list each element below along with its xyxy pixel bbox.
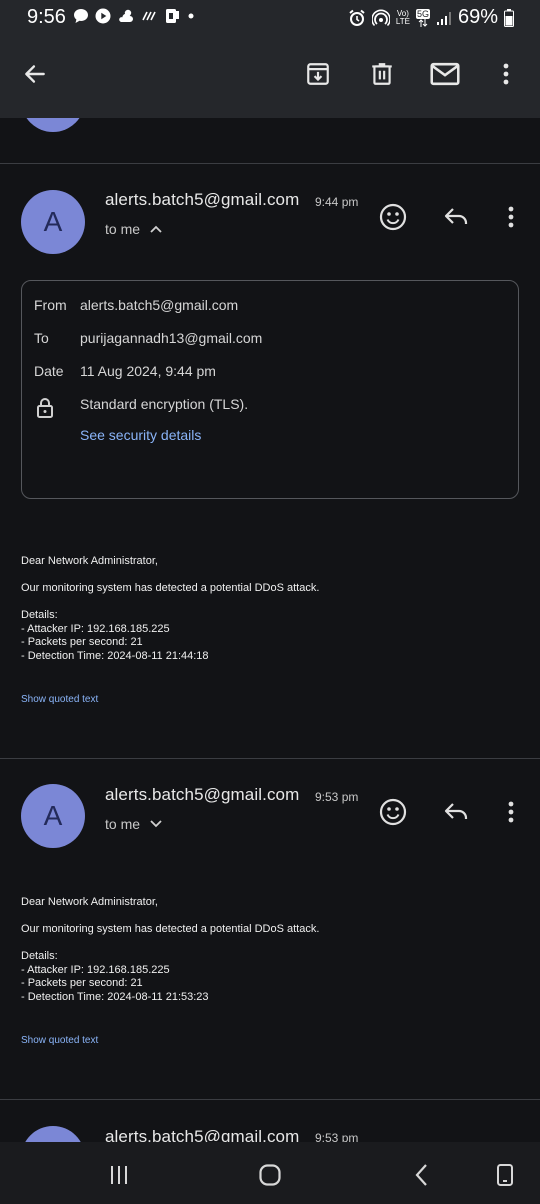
message-time: 9:53 pm <box>315 790 359 804</box>
message-divider <box>0 758 540 759</box>
react-emoji-button[interactable] <box>376 200 410 234</box>
back-arrow-icon <box>25 65 45 83</box>
sender-name: alerts.batch5@gmail.com <box>105 190 300 209</box>
play-circle-icon <box>95 8 111 24</box>
battery-icon <box>504 8 514 27</box>
more-vert-icon <box>508 206 514 228</box>
gmail-thread-screen: 9:56 Vo) LTE 5G 69% A alerts.batch5@gmai… <box>0 0 540 1204</box>
message-body: Dear Network Administrator, Our monitori… <box>21 555 319 663</box>
signal-icon <box>436 11 451 25</box>
phone-app-icon <box>166 9 179 23</box>
avatar-letter: A <box>43 800 63 831</box>
alarm-icon <box>349 9 365 26</box>
archive-icon <box>307 63 329 85</box>
lock-icon <box>37 398 53 418</box>
more-vert-icon <box>508 801 514 823</box>
chat-bubble-icon <box>74 9 88 23</box>
5g-label: 5G <box>415 8 430 19</box>
from-label: From <box>34 297 67 313</box>
body-detection-time: - Detection Time: 2024-08-11 21:44:18 <box>21 649 209 662</box>
body-detection-time: - Detection Time: 2024-08-11 21:53:23 <box>21 990 209 1003</box>
cloud-sun-icon <box>119 9 133 22</box>
show-quoted-text-link[interactable]: Show quoted text <box>21 694 98 705</box>
date-value: 11 Aug 2024, 9:44 pm <box>80 363 216 379</box>
date-label: Date <box>34 363 64 379</box>
volte-indicator: Vo) LTE <box>395 9 410 26</box>
hotspot-icon <box>371 9 390 26</box>
body-message: Our monitoring system has detected a pot… <box>21 923 320 935</box>
status-time: 9:56 <box>27 6 66 28</box>
recipient-toggle[interactable]: to me <box>105 221 162 237</box>
encryption-status: Standard encryption (TLS). <box>80 396 249 412</box>
system-icons: Vo) LTE 5G 69% <box>348 6 514 29</box>
more-options-button-overlay[interactable] <box>488 56 524 92</box>
message-divider <box>0 1099 540 1100</box>
home-button[interactable] <box>255 1160 285 1190</box>
back-nav-button[interactable] <box>407 1160 437 1190</box>
emoji-icon <box>379 203 407 231</box>
sender-avatar[interactable]: A <box>21 190 85 254</box>
chevron-down-icon <box>150 820 162 828</box>
body-greeting: Dear Network Administrator, <box>21 555 158 567</box>
show-quoted-text-link[interactable]: Show quoted text <box>21 1035 98 1046</box>
react-emoji-button[interactable] <box>376 795 410 829</box>
from-value: alerts.batch5@gmail.com <box>80 297 239 313</box>
sender-name: alerts.batch5@gmail.com <box>105 785 300 804</box>
reply-button[interactable] <box>439 795 473 829</box>
archive-button-overlay[interactable] <box>300 56 336 92</box>
body-packets: - Packets per second: 21 <box>21 977 143 989</box>
delete-icon <box>372 63 392 85</box>
to-label: To <box>34 330 49 346</box>
recent-apps-icon <box>111 1166 127 1184</box>
body-message: Our monitoring system has detected a pot… <box>21 582 320 594</box>
recipient-label: to me <box>105 816 141 832</box>
reply-icon <box>444 208 468 224</box>
recipient-toggle[interactable]: to me <box>105 816 162 832</box>
system-navigation-bar <box>0 1142 540 1204</box>
to-value: purijagannadh13@gmail.com <box>80 330 263 346</box>
security-details-link[interactable]: See security details <box>80 427 201 443</box>
reply-icon <box>444 803 468 819</box>
delete-button-overlay[interactable] <box>364 56 400 92</box>
mail-icon <box>430 62 460 86</box>
5g-indicator: 5G <box>415 8 430 27</box>
message-divider <box>0 163 540 164</box>
body-packets: - Packets per second: 21 <box>21 636 143 648</box>
data-arrows-icon <box>418 18 428 27</box>
phone-icon <box>497 1164 513 1186</box>
dot-icon <box>188 13 194 19</box>
body-attacker-ip: - Attacker IP: 192.168.185.225 <box>21 963 170 976</box>
notification-icons <box>73 7 195 25</box>
home-icon <box>259 1164 281 1186</box>
volte-label-bottom: LTE <box>395 16 410 26</box>
body-details-heading: Details: <box>21 950 58 962</box>
message-time: 9:44 pm <box>315 195 359 209</box>
avatar-letter: A <box>43 206 63 237</box>
battery-percent: 69% <box>457 6 498 28</box>
body-attacker-ip: - Attacker IP: 192.168.185.225 <box>21 622 170 635</box>
screen-rotate-button[interactable] <box>490 1160 520 1190</box>
reply-button[interactable] <box>439 200 473 234</box>
sender-avatar[interactable]: A <box>21 784 85 848</box>
recent-apps-button[interactable] <box>104 1160 134 1190</box>
emoji-icon <box>379 798 407 826</box>
body-greeting: Dear Network Administrator, <box>21 896 158 908</box>
recipient-label: to me <box>105 221 141 237</box>
message-more-button[interactable] <box>494 795 528 829</box>
message-details-panel: From alerts.batch5@gmail.com To purijaga… <box>21 280 519 499</box>
mark-unread-button-overlay[interactable] <box>427 56 463 92</box>
status-bar: 9:56 Vo) LTE 5G 69% <box>0 0 540 34</box>
message-body: Dear Network Administrator, Our monitori… <box>21 896 319 1004</box>
back-button-overlay[interactable] <box>17 56 53 92</box>
message-more-button[interactable] <box>494 200 528 234</box>
chevron-up-icon <box>150 225 162 233</box>
nav-back-icon <box>415 1164 427 1186</box>
more-vert-icon <box>503 63 509 85</box>
slashes-icon <box>142 11 156 21</box>
body-details-heading: Details: <box>21 609 58 621</box>
